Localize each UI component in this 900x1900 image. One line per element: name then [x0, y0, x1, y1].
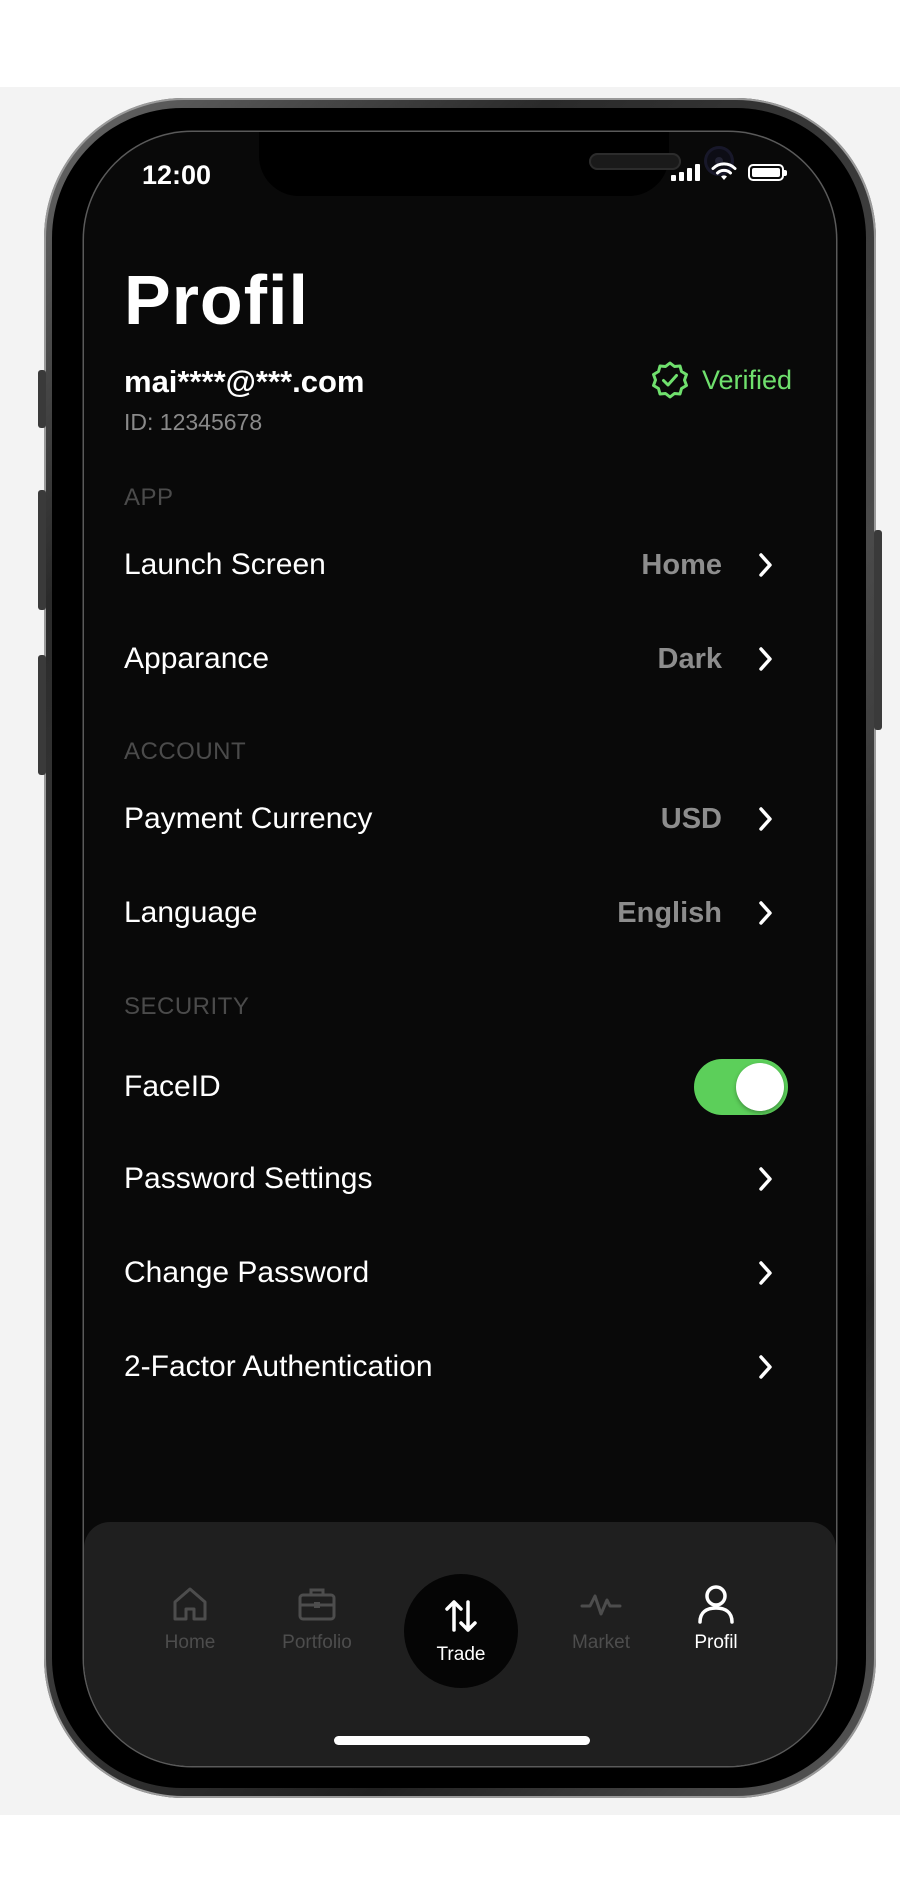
home-indicator[interactable]	[334, 1736, 590, 1745]
tab-profil[interactable]: Profil	[661, 1582, 771, 1654]
launch-screen-label: Launch Screen	[124, 548, 326, 581]
chevron-right-icon	[756, 1164, 776, 1194]
verified-badge: Verified	[650, 360, 792, 400]
faceid-label: FaceID	[124, 1070, 221, 1103]
user-email: mai****@***.com	[124, 364, 365, 399]
user-icon	[661, 1582, 771, 1626]
tab-trade-label: Trade	[436, 1644, 486, 1665]
tab-portfolio-label: Portfolio	[282, 1632, 352, 1653]
payment-currency-label: Payment Currency	[124, 802, 373, 835]
chevron-right-icon	[756, 1258, 776, 1288]
battery-icon	[748, 163, 787, 181]
silent-switch	[38, 370, 46, 428]
activity-icon	[546, 1582, 656, 1626]
faceid-row: FaceID	[124, 1057, 788, 1117]
notch	[259, 132, 734, 196]
status-icons	[671, 162, 787, 182]
tab-portfolio[interactable]: Portfolio	[262, 1582, 372, 1654]
appearance-row[interactable]: Apparance Dark	[124, 629, 788, 689]
launch-screen-row[interactable]: Launch Screen Home	[124, 535, 788, 595]
wifi-icon	[711, 162, 737, 180]
language-value: English	[617, 896, 722, 929]
password-settings-row[interactable]: Password Settings	[124, 1149, 788, 1209]
language-label: Language	[124, 896, 258, 929]
password-settings-label: Password Settings	[124, 1162, 373, 1195]
chevron-right-icon	[756, 644, 776, 674]
tab-home[interactable]: Home	[135, 1582, 245, 1654]
payment-currency-row[interactable]: Payment Currency USD	[124, 789, 788, 849]
tab-profil-label: Profil	[694, 1632, 738, 1653]
chevron-right-icon	[756, 898, 776, 928]
chevron-right-icon	[756, 804, 776, 834]
verified-badge-icon	[651, 361, 688, 399]
change-password-row[interactable]: Change Password	[124, 1243, 788, 1303]
section-title-app: APP	[124, 484, 174, 511]
language-row[interactable]: Language English	[124, 883, 788, 943]
tab-trade[interactable]: Trade	[404, 1574, 518, 1688]
volume-up-button	[38, 490, 46, 610]
tab-bar: Home Portfolio Trade Market Profil	[84, 1522, 836, 1766]
section-title-account: ACCOUNT	[124, 738, 247, 765]
volume-down-button	[38, 655, 46, 775]
tab-market-label: Market	[571, 1632, 631, 1653]
faceid-toggle[interactable]	[694, 1059, 788, 1115]
two-factor-label: 2-Factor Authentication	[124, 1350, 433, 1383]
page-title: Profil	[124, 261, 309, 339]
appearance-label: Apparance	[124, 642, 270, 675]
chevron-right-icon	[756, 1352, 776, 1382]
earpiece-speaker	[589, 153, 681, 170]
launch-screen-value: Home	[641, 548, 722, 581]
chevron-right-icon	[756, 550, 776, 580]
two-factor-row[interactable]: 2-Factor Authentication	[124, 1337, 788, 1397]
user-id: ID: 12345678	[124, 409, 263, 435]
swap-arrows-icon	[404, 1594, 518, 1638]
tab-home-label: Home	[164, 1632, 216, 1653]
power-button	[874, 530, 882, 730]
signal-icon	[671, 163, 700, 181]
briefcase-icon	[262, 1582, 372, 1626]
verified-label: Verified	[701, 364, 792, 395]
tab-market[interactable]: Market	[546, 1582, 656, 1654]
toggle-knob	[736, 1063, 784, 1111]
appearance-value: Dark	[657, 642, 723, 675]
status-time: 12:00	[142, 160, 212, 190]
app-screen: 12:00 Profil mai****@***.com ID: 1234567…	[84, 132, 836, 1766]
section-title-security: SECURITY	[124, 993, 250, 1020]
home-icon	[135, 1582, 245, 1626]
payment-currency-value: USD	[660, 802, 722, 835]
change-password-label: Change Password	[124, 1256, 370, 1289]
